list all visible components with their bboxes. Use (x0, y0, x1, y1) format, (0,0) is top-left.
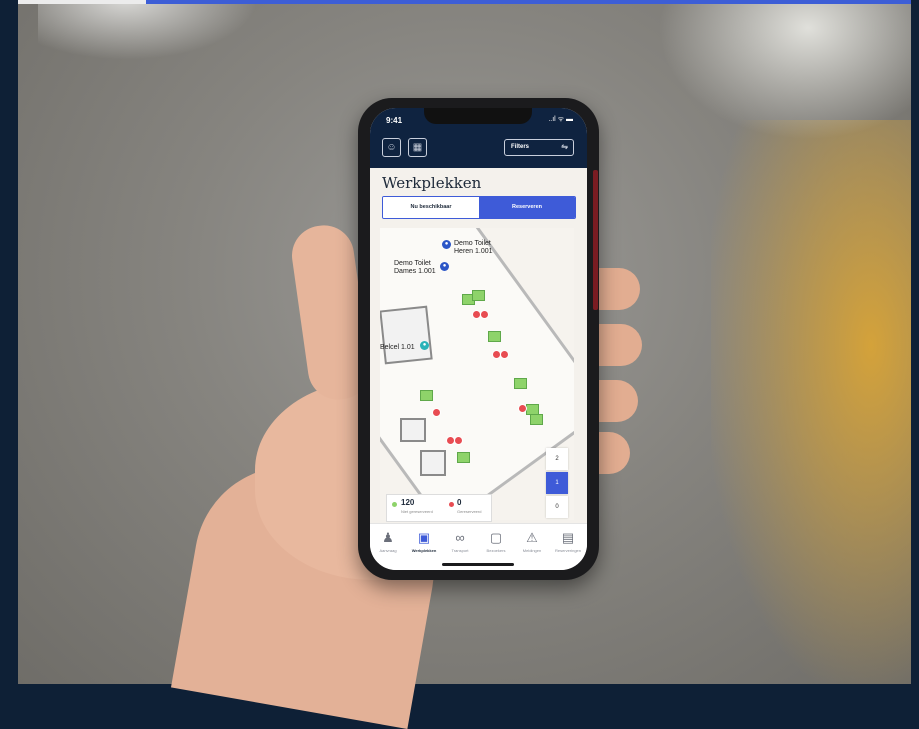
floor-button-2[interactable]: 2 (546, 448, 568, 470)
toilet-icon[interactable]: ● (442, 240, 451, 249)
people-icon: ♟ (382, 530, 394, 545)
map-label-belcel: Belcel 1.01 (380, 344, 415, 351)
tab-label: Aanvraag (379, 548, 397, 553)
badge-icon: ▢ (489, 530, 503, 545)
sliders-icon: ⇋ (561, 142, 568, 151)
background-blur-light (658, 0, 911, 140)
reserved-label: Gereserveerd (457, 509, 482, 514)
phone-notch (424, 108, 532, 124)
toilet-icon[interactable]: ● (440, 262, 449, 271)
calendar-icon: ▤ (561, 530, 575, 545)
desk-available[interactable] (457, 452, 470, 463)
warning-icon: ⚠ (526, 530, 538, 545)
desk-icon: ▣ (417, 530, 431, 545)
phone-side-button (593, 170, 598, 310)
desk-reserved[interactable] (454, 436, 463, 445)
tab-label: Werkplekken (411, 548, 437, 553)
background-blur-light-left (38, 0, 258, 60)
filters-label: Filters (511, 144, 530, 150)
available-label: Niet gereserveerd (401, 509, 433, 514)
reserved-dot (449, 502, 454, 507)
desk-reserved[interactable] (500, 350, 509, 359)
filters-button[interactable]: Filters ⇋ (504, 139, 574, 156)
available-count: 120 (401, 498, 415, 507)
home-indicator (442, 563, 514, 566)
room (400, 418, 426, 442)
tab-werkplekken[interactable]: ▣ Werkplekken (406, 530, 442, 553)
room (420, 450, 446, 476)
desk-available[interactable] (530, 414, 543, 425)
desk-reserved[interactable] (480, 310, 489, 319)
floor-button-1[interactable]: 1 (546, 472, 568, 494)
desk-available[interactable] (514, 378, 527, 389)
status-time: 9:41 (386, 116, 403, 125)
tab-label: Bezoekers (486, 548, 506, 553)
available-dot (392, 502, 397, 507)
bike-icon: ∞ (455, 530, 465, 545)
desk-available[interactable] (420, 390, 433, 401)
room-belcel (380, 305, 433, 365)
map-label-toilet-dames: Demo Toilet Dames 1.001 (394, 260, 436, 275)
tab-aanvraag[interactable]: ♟ Aanvraag (370, 530, 406, 553)
tab-transport[interactable]: ∞ Transport (442, 530, 478, 553)
desk-reserved[interactable] (432, 408, 441, 417)
top-strip-blue (146, 0, 911, 4)
status-icons: ..ıl ᯤ ▬ (548, 116, 573, 123)
app-header: 9:41 ..ıl ᯤ ▬ ☺ ▦ Filters ⇋ (370, 108, 587, 168)
tab-bezoekers[interactable]: ▢ Bezoekers (478, 530, 514, 553)
phone-screen: 9:41 ..ıl ᯤ ▬ ☺ ▦ Filters ⇋ Werkplekken … (370, 108, 587, 570)
tab-label: Transport (451, 548, 469, 553)
legend: 120 Niet gereserveerd 0 Gereserveerd (386, 494, 492, 522)
desk-reserved[interactable] (518, 404, 527, 413)
tab-reserveringen[interactable]: ▤ Reserveringen (550, 530, 586, 553)
tab-meldingen[interactable]: ⚠ Meldingen (514, 530, 550, 553)
desk-available[interactable] (488, 331, 501, 342)
segment-nu-beschikbaar[interactable]: Nu beschikbaar (383, 197, 479, 218)
desk-available[interactable] (472, 290, 485, 301)
tab-label: Reserveringen (554, 548, 581, 553)
phone-booth-icon[interactable]: ● (420, 341, 429, 350)
floor-map[interactable]: ● ● ● Demo Toilet Heren 1.001 Demo Toile… (380, 228, 574, 520)
segment-reserveren[interactable]: Reserveren (479, 197, 575, 218)
tab-label: Meldingen (522, 548, 542, 553)
floor-switcher: 2 1 0 (546, 448, 568, 520)
floor-button-0[interactable]: 0 (546, 496, 568, 518)
page-title: Werkplekken (382, 174, 482, 192)
person-icon[interactable]: ☺ (382, 138, 401, 157)
map-label-toilet-heren: Demo Toilet Heren 1.001 (454, 240, 493, 255)
segmented-control: Nu beschikbaar Reserveren (382, 196, 576, 219)
right-strip (911, 0, 919, 684)
background-blur-yellow (711, 120, 911, 684)
top-strip-light (18, 0, 146, 4)
reserved-count: 0 (457, 498, 462, 507)
building-icon[interactable]: ▦ (408, 138, 427, 157)
